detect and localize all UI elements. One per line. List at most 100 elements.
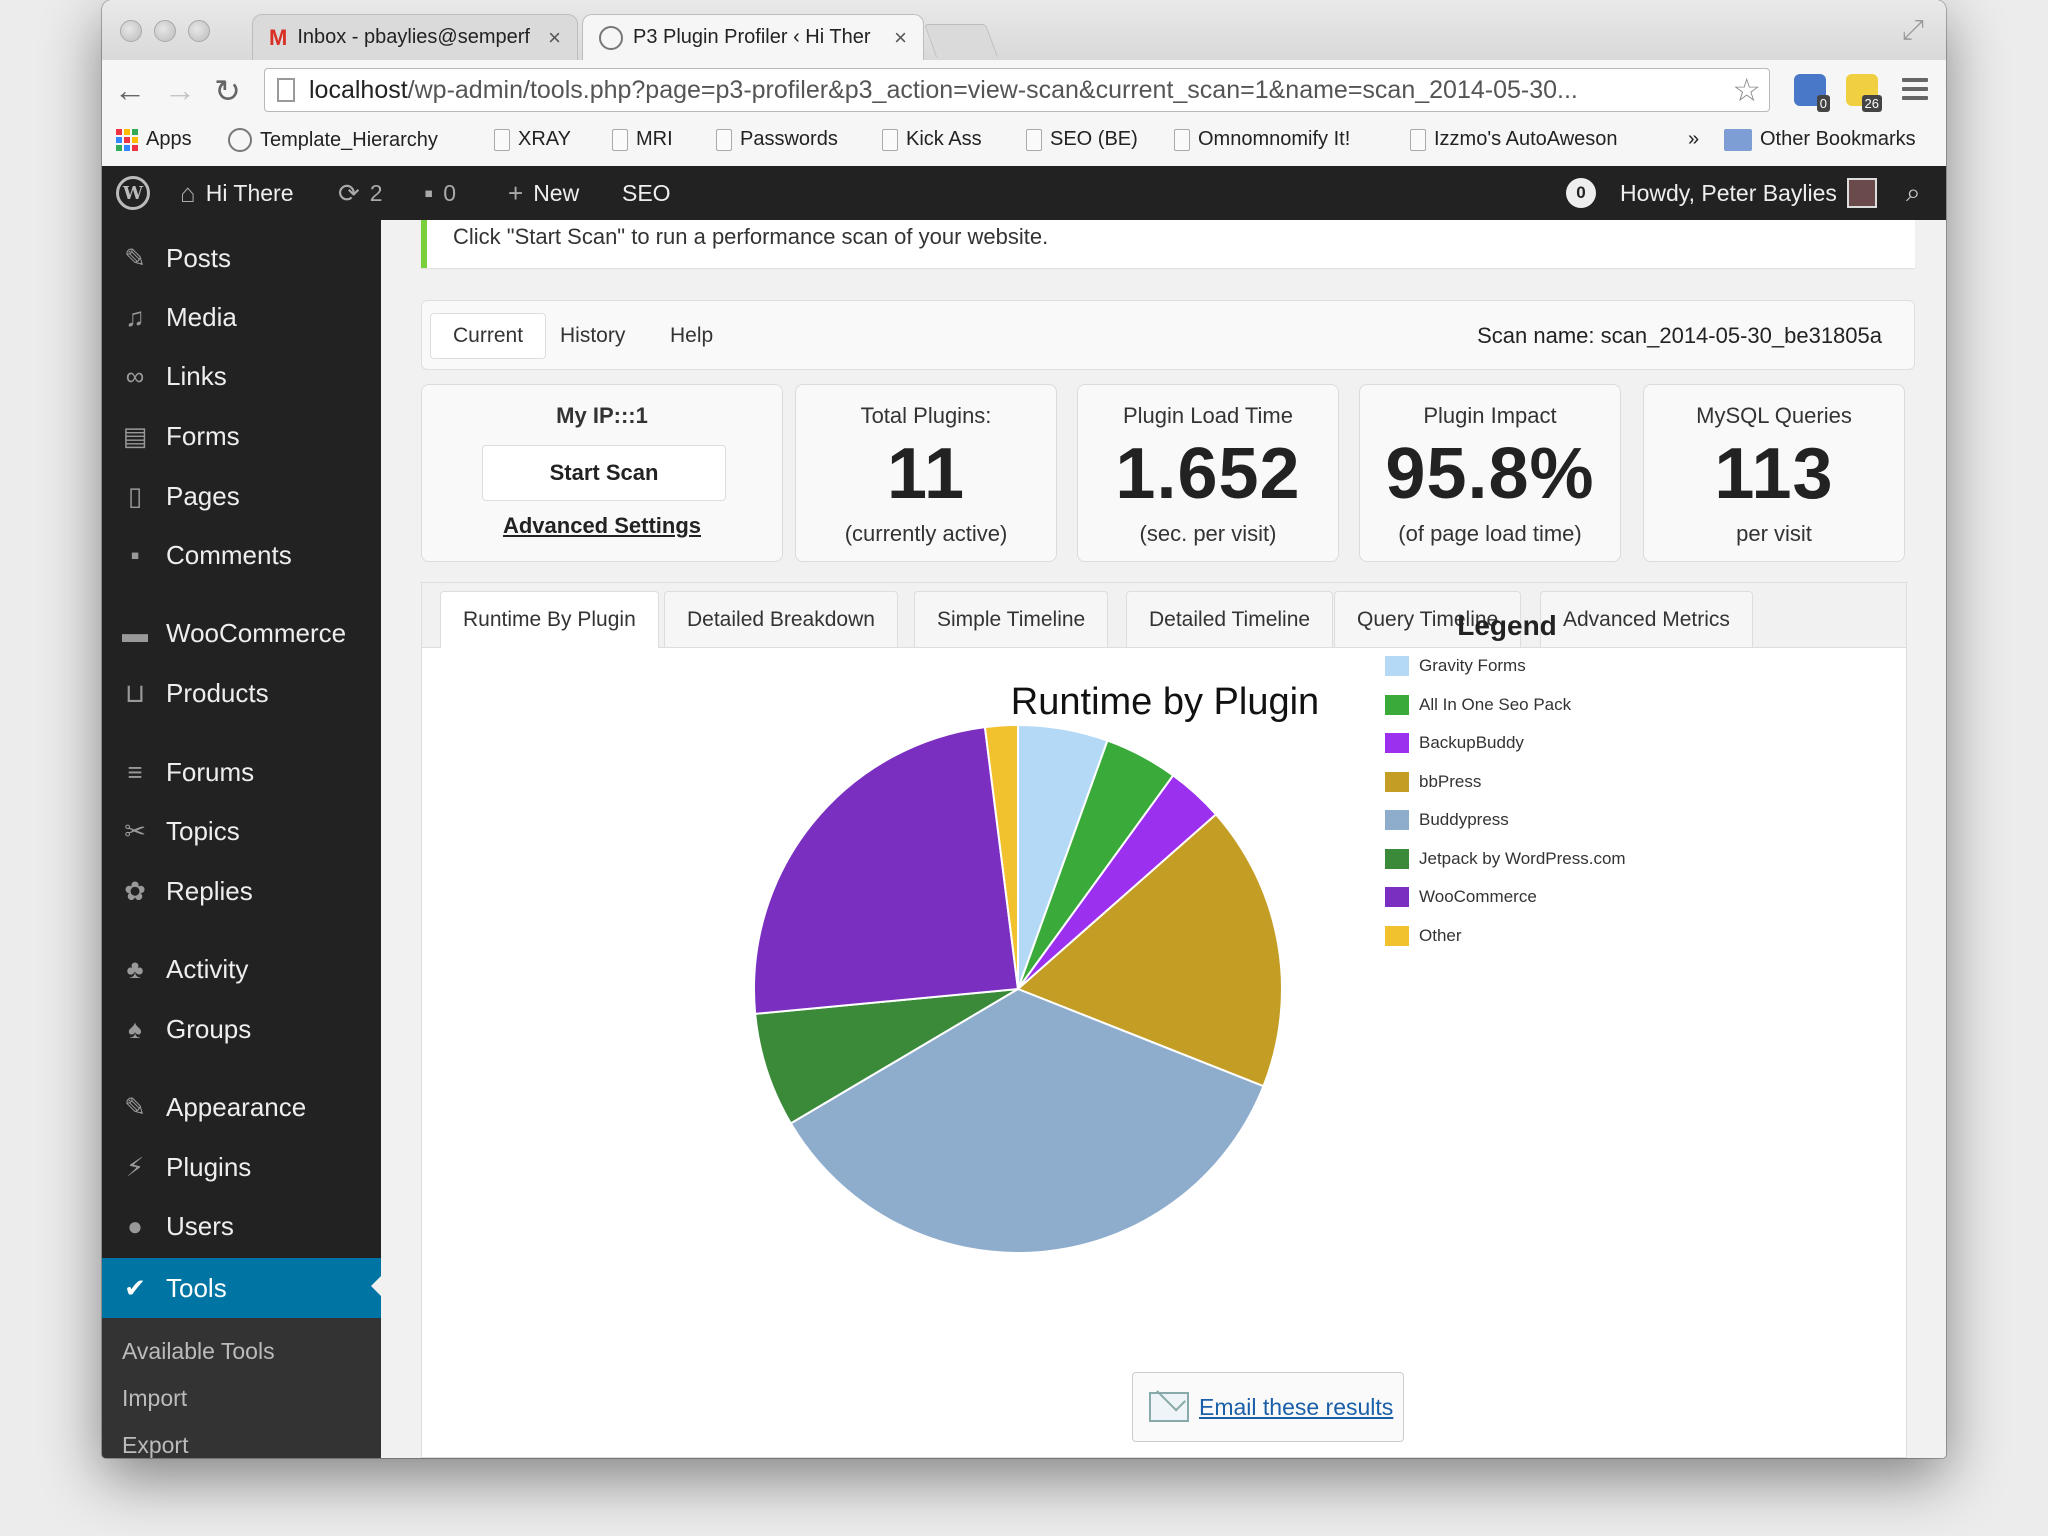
search-icon: ⌕ xyxy=(1906,177,1921,207)
sidebar-item-activity[interactable]: ♣ Activity xyxy=(102,941,381,997)
stat-value: 1.652 xyxy=(1115,434,1301,514)
fullscreen-icon[interactable]: ⤢ xyxy=(1902,14,1924,47)
submenu-import[interactable]: Import xyxy=(122,1385,187,1412)
stat-plugin-impact: Plugin Impact 95.8% (of page load time) xyxy=(1359,384,1621,562)
sidebar-item-users[interactable]: ● Users xyxy=(102,1198,381,1254)
stat-sub: (of page load time) xyxy=(1398,521,1582,546)
sidebar-item-forms[interactable]: ▤ Forms xyxy=(102,408,381,464)
legend-label: BackupBuddy xyxy=(1419,733,1524,752)
tab-help[interactable]: Help xyxy=(648,313,735,359)
email-results-button[interactable]: Email these results xyxy=(1132,1372,1404,1442)
extension-mail-icon[interactable]: 26 xyxy=(1846,74,1882,112)
sidebar-item-products[interactable]: ⊔ Products xyxy=(102,665,381,721)
chart-tab-simple-timeline[interactable]: Simple Timeline xyxy=(914,591,1109,647)
bookmark-passwords[interactable]: Passwords xyxy=(716,128,838,151)
tab-current[interactable]: Current xyxy=(430,313,547,359)
back-arrow-icon[interactable]: ← xyxy=(114,72,146,109)
comment-icon: ▪ xyxy=(130,539,140,570)
sidebar-item-plugins[interactable]: ⚡ Plugins xyxy=(102,1139,381,1195)
chart-tab-detailed-breakdown[interactable]: Detailed Breakdown xyxy=(664,591,898,647)
browser-tab-p3[interactable]: P3 Plugin Profiler ‹ Hi Ther × xyxy=(582,14,924,60)
site-name-link[interactable]: ⌂ Hi There xyxy=(180,166,294,220)
bookmark-star-icon[interactable]: ☆ xyxy=(1732,71,1761,109)
sidebar-item-replies[interactable]: ✿ Replies xyxy=(102,863,381,919)
zoom-window-button[interactable] xyxy=(188,20,210,42)
tab-history[interactable]: History xyxy=(538,313,647,359)
extension-ghost-icon[interactable]: 0 xyxy=(1794,74,1830,112)
scan-control-box: My IP:::1 Start Scan Advanced Settings xyxy=(421,384,783,562)
sidebar-item-appearance[interactable]: ✎ Appearance xyxy=(102,1079,381,1135)
submenu-export[interactable]: Export xyxy=(122,1432,188,1458)
sidebar-item-woocommerce[interactable]: ▬ WooCommerce xyxy=(102,605,381,661)
my-account-menu[interactable]: Howdy, Peter Baylies xyxy=(1620,166,1877,220)
site-name: Hi There xyxy=(205,179,294,206)
sidebar-item-groups[interactable]: ♠ Groups xyxy=(102,1001,381,1057)
plug-icon: ⚡ xyxy=(125,1151,145,1182)
address-bar[interactable]: localhost/wp-admin/tools.php?page=p3-pro… xyxy=(264,68,1770,112)
forward-arrow-icon[interactable]: → xyxy=(164,72,196,109)
bookmark-apps[interactable]: Apps xyxy=(116,128,192,151)
wordpress-icon xyxy=(228,128,252,152)
sidebar-item-topics[interactable]: ✂ Topics xyxy=(102,803,381,859)
sidebar-item-media[interactable]: ♫ Media xyxy=(102,289,381,345)
close-icon[interactable]: × xyxy=(548,25,561,51)
legend-item: bbPress xyxy=(1385,771,1481,792)
pie-chart xyxy=(753,723,1283,1254)
sidebar-item-forums[interactable]: ≡ Forums xyxy=(102,744,381,800)
apps-grid-icon xyxy=(116,128,138,151)
bookmark-page-icon xyxy=(1174,128,1190,151)
sidebar-item-tools[interactable]: ✔ Tools xyxy=(102,1258,381,1318)
wp-logo-menu[interactable]: W xyxy=(116,166,150,220)
notifications-link[interactable]: 0 xyxy=(1566,166,1596,220)
bookmarks-overflow-button[interactable]: » xyxy=(1688,128,1699,151)
sidebar-item-links[interactable]: ∞ Links xyxy=(102,348,381,404)
bookmark-xray[interactable]: XRAY xyxy=(494,128,571,151)
sidebar-item-comments[interactable]: ▪ Comments xyxy=(102,527,381,583)
stat-value: 11 xyxy=(886,434,966,514)
bookmark-omnomnomify[interactable]: Omnomnomify It! xyxy=(1174,128,1350,151)
updates-count: 2 xyxy=(369,179,383,206)
reload-icon[interactable]: ↻ xyxy=(214,72,241,110)
legend-item: BackupBuddy xyxy=(1385,733,1524,753)
sidebar-item-pages[interactable]: ▯ Pages xyxy=(102,468,381,524)
chart-tab-runtime-by-plugin[interactable]: Runtime By Plugin xyxy=(440,591,659,648)
chrome-menu-icon[interactable] xyxy=(1902,78,1928,105)
updates-link[interactable]: ⟳ 2 xyxy=(338,166,383,220)
comments-link[interactable]: ▪ 0 xyxy=(424,166,456,220)
my-ip: My IP:::1 xyxy=(556,403,648,428)
howdy-text: Howdy, Peter Baylies xyxy=(1620,179,1837,206)
new-tab-button[interactable] xyxy=(923,24,999,57)
sidebar-item-label: Comments xyxy=(166,539,292,570)
minimize-window-button[interactable] xyxy=(154,20,176,42)
bookmark-template-hierarchy[interactable]: Template_Hierarchy xyxy=(228,128,438,152)
avatar xyxy=(1846,178,1877,208)
sidebar-item-label: Replies xyxy=(166,875,253,906)
bookmark-label: SEO (BE) xyxy=(1050,128,1138,150)
bookmark-kick-ass[interactable]: Kick Ass xyxy=(882,128,982,151)
advanced-settings-link[interactable]: Advanced Settings xyxy=(422,513,782,539)
seo-menu[interactable]: SEO xyxy=(622,166,671,220)
email-results-link[interactable]: Email these results xyxy=(1199,1394,1393,1421)
notification-count: 0 xyxy=(1566,178,1596,208)
submenu-available-tools[interactable]: Available Tools xyxy=(122,1338,275,1365)
bookmark-label: Izzmo's AutoAweson xyxy=(1434,128,1618,150)
extension-badge: 0 xyxy=(1816,95,1830,112)
bookmark-label: XRAY xyxy=(518,128,571,150)
bookmark-seo-be[interactable]: SEO (BE) xyxy=(1026,128,1138,151)
bookmark-page-icon xyxy=(612,128,628,151)
close-window-button[interactable] xyxy=(120,20,142,42)
stat-plugin-load-time: Plugin Load Time 1.652 (sec. per visit) xyxy=(1077,384,1339,562)
start-scan-button[interactable]: Start Scan xyxy=(482,445,726,501)
stat-mysql-queries: MySQL Queries 113 per visit xyxy=(1643,384,1905,562)
sidebar-item-label: WooCommerce xyxy=(166,617,347,648)
bookmark-other[interactable]: Other Bookmarks xyxy=(1724,128,1916,151)
chart-tab-detailed-timeline[interactable]: Detailed Timeline xyxy=(1126,591,1334,647)
new-label: New xyxy=(533,179,580,206)
new-content-link[interactable]: + New xyxy=(508,166,579,220)
close-icon[interactable]: × xyxy=(894,25,907,51)
bookmark-mri[interactable]: MRI xyxy=(612,128,673,151)
browser-tab-gmail[interactable]: M Inbox - pbaylies@semperf × xyxy=(252,14,578,60)
bookmark-autoawesome[interactable]: Izzmo's AutoAweson xyxy=(1410,128,1618,151)
sidebar-item-posts[interactable]: ✎ Posts xyxy=(102,230,381,286)
search-toggle[interactable]: ⌕ xyxy=(1906,166,1921,220)
